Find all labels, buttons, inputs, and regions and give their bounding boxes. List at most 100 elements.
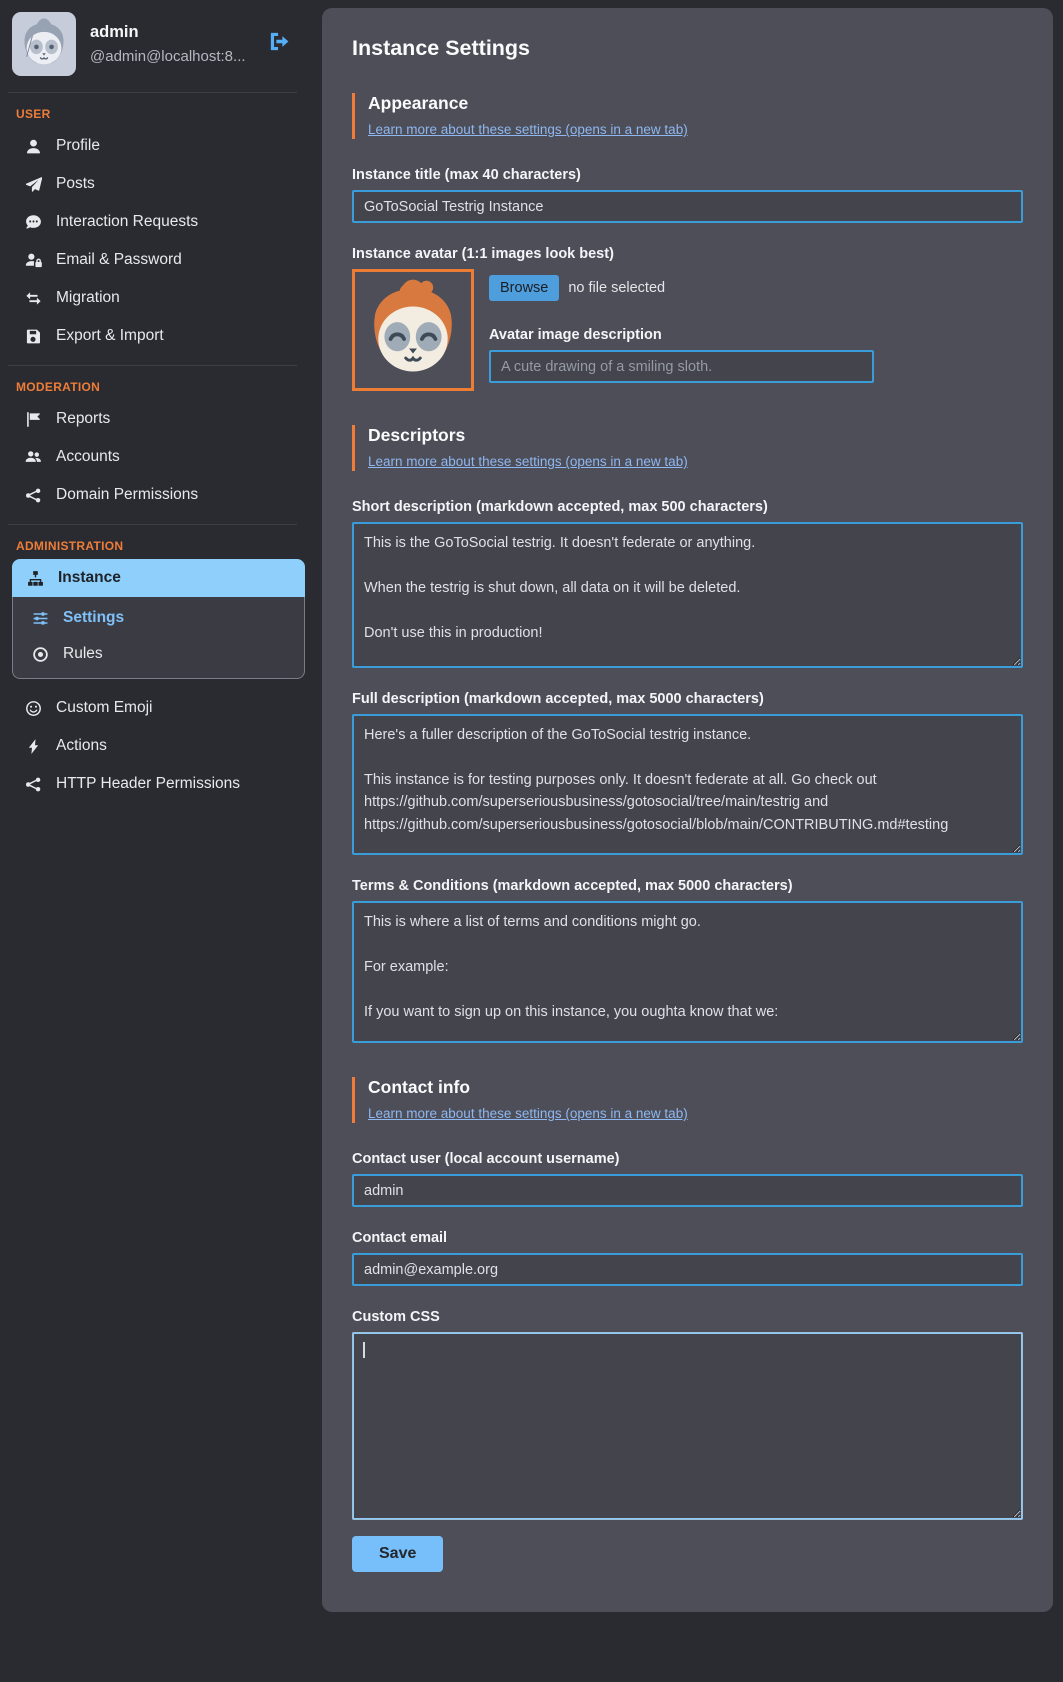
sidebar-item-posts[interactable]: Posts (0, 165, 305, 203)
sidebar-item-label: Settings (63, 609, 124, 627)
sidebar-item-label: Domain Permissions (56, 486, 198, 504)
contact-user-label: Contact user (local account username) (352, 1151, 1023, 1167)
field-contact-email: Contact email (352, 1230, 1023, 1286)
text-caret (363, 1342, 365, 1358)
sidebar-item-label: Actions (56, 737, 107, 755)
learn-more-link[interactable]: Learn more about these settings (opens i… (368, 454, 688, 469)
terms-textarea[interactable]: This is where a list of terms and condit… (352, 901, 1023, 1043)
sliders-icon (31, 610, 49, 627)
floppy-disk-icon (24, 328, 42, 345)
instance-avatar-label: Instance avatar (1:1 images look best) (352, 246, 1023, 262)
save-button[interactable]: Save (352, 1536, 443, 1572)
sidebar-item-label: Accounts (56, 448, 120, 466)
sidebar-item-label: Instance (58, 569, 121, 587)
section-descriptors: Descriptors Learn more about these setti… (352, 425, 1023, 471)
section-title: Contact info (368, 1077, 1023, 1098)
contact-email-input[interactable] (352, 1253, 1023, 1286)
sidebar-section-moderation-label: MODERATION (0, 366, 305, 400)
instance-submenu: Settings Rules (12, 597, 305, 679)
sidebar-item-label: Posts (56, 175, 95, 193)
sidebar-item-label: Export & Import (56, 327, 164, 345)
sidebar-item-interaction-requests[interactable]: Interaction Requests (0, 203, 305, 241)
sign-out-button[interactable] (268, 30, 291, 53)
user-name: admin (90, 23, 246, 42)
bolt-icon (24, 738, 42, 755)
sidebar-item-actions[interactable]: Actions (0, 727, 305, 765)
field-full-description: Full description (markdown accepted, max… (352, 691, 1023, 855)
sidebar-section-user-label: USER (0, 93, 305, 127)
learn-more-link[interactable]: Learn more about these settings (opens i… (368, 1106, 688, 1121)
field-custom-css: Custom CSS (352, 1309, 1023, 1520)
sloth-avatar-orange-icon (357, 274, 469, 386)
sidebar-item-migration[interactable]: Migration (0, 279, 305, 317)
sitemap-icon (26, 570, 44, 587)
full-description-textarea[interactable]: Here's a fuller description of the GoToS… (352, 714, 1023, 855)
user-card: admin @admin@localhost:8... (0, 0, 305, 90)
sidebar-item-accounts[interactable]: Accounts (0, 438, 305, 476)
sloth-avatar-gray-icon (15, 15, 73, 73)
sidebar-item-email-password[interactable]: Email & Password (0, 241, 305, 279)
section-title: Appearance (368, 93, 1023, 114)
sidebar-item-domain-permissions[interactable]: Domain Permissions (0, 476, 305, 514)
avatar-description-input[interactable] (489, 350, 874, 383)
sidebar-item-label: HTTP Header Permissions (56, 775, 240, 793)
sidebar-section-administration-label: ADMINISTRATION (0, 525, 305, 559)
sidebar: admin @admin@localhost:8... USER Profile… (0, 0, 305, 833)
sign-out-icon (268, 41, 291, 56)
sidebar-item-http-header-permissions[interactable]: HTTP Header Permissions (0, 765, 305, 803)
section-title: Descriptors (368, 425, 1023, 446)
learn-more-link[interactable]: Learn more about these settings (opens i… (368, 122, 688, 137)
user-icon (24, 138, 42, 155)
instance-title-label: Instance title (max 40 characters) (352, 167, 1023, 183)
user-lock-icon (24, 252, 42, 269)
terms-label: Terms & Conditions (markdown accepted, m… (352, 878, 1023, 894)
page-title: Instance Settings (352, 36, 1023, 61)
user-avatar (12, 12, 76, 76)
sidebar-item-export-import[interactable]: Export & Import (0, 317, 305, 355)
arrows-left-right-icon (24, 290, 42, 307)
section-appearance: Appearance Learn more about these settin… (352, 93, 1023, 139)
sidebar-item-settings[interactable]: Settings (13, 600, 304, 636)
sidebar-item-label: Interaction Requests (56, 213, 198, 231)
user-handle: @admin@localhost:8... (90, 48, 246, 65)
full-description-label: Full description (markdown accepted, max… (352, 691, 1023, 707)
instance-title-input[interactable] (352, 190, 1023, 223)
user-meta: admin @admin@localhost:8... (90, 23, 246, 65)
sidebar-item-profile[interactable]: Profile (0, 127, 305, 165)
sidebar-item-label: Email & Password (56, 251, 182, 269)
custom-css-textarea[interactable] (352, 1332, 1023, 1520)
custom-css-label: Custom CSS (352, 1309, 1023, 1325)
sidebar-item-reports[interactable]: Reports (0, 400, 305, 438)
instance-avatar-preview (352, 269, 474, 391)
contact-user-input[interactable] (352, 1174, 1023, 1207)
share-nodes-icon (24, 487, 42, 504)
instance-settings-panel: Instance Settings Appearance Learn more … (322, 8, 1053, 1612)
contact-email-label: Contact email (352, 1230, 1023, 1246)
sidebar-item-instance[interactable]: Instance (12, 559, 305, 597)
sidebar-item-label: Profile (56, 137, 100, 155)
avatar-description-label: Avatar image description (489, 327, 874, 343)
short-description-label: Short description (markdown accepted, ma… (352, 499, 1023, 515)
flag-icon (24, 411, 42, 428)
field-short-description: Short description (markdown accepted, ma… (352, 499, 1023, 668)
sidebar-item-label: Reports (56, 410, 110, 428)
sidebar-item-custom-emoji[interactable]: Custom Emoji (0, 689, 305, 727)
field-contact-user: Contact user (local account username) (352, 1151, 1023, 1207)
share-nodes-icon (24, 776, 42, 793)
sidebar-item-label: Migration (56, 289, 120, 307)
users-icon (24, 449, 42, 466)
sidebar-item-label: Custom Emoji (56, 699, 152, 717)
field-instance-avatar: Instance avatar (1:1 images look best) (352, 246, 1023, 391)
short-description-textarea[interactable]: This is the GoToSocial testrig. It doesn… (352, 522, 1023, 668)
browse-button[interactable]: Browse (489, 275, 559, 301)
app-root: admin @admin@localhost:8... USER Profile… (0, 0, 1063, 1626)
field-instance-title: Instance title (max 40 characters) (352, 167, 1023, 223)
file-status-text: no file selected (568, 280, 665, 296)
sidebar-item-rules[interactable]: Rules (13, 636, 304, 672)
section-contact-info: Contact info Learn more about these sett… (352, 1077, 1023, 1123)
paper-plane-icon (24, 176, 42, 193)
smiley-icon (24, 700, 42, 717)
circle-dot-icon (31, 646, 49, 663)
sidebar-item-label: Rules (63, 645, 103, 663)
field-terms: Terms & Conditions (markdown accepted, m… (352, 878, 1023, 1043)
